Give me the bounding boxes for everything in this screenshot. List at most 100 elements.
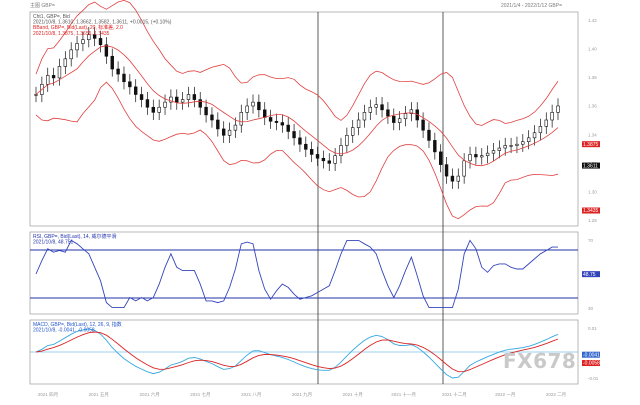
x-axis-month-label: 2021 八月 (241, 392, 261, 398)
candle-body (427, 129, 431, 141)
chart-canvas: 主图 GBP= 2021/1/4 - 2022/1/12 GBP= Cht1, … (29, 0, 600, 398)
candle-body (392, 115, 396, 123)
candle-body (69, 49, 73, 60)
candle-body (374, 104, 378, 108)
x-axis-month-label: 2021 十一月 (391, 391, 416, 398)
candle-body (444, 164, 449, 177)
candle-body (122, 73, 126, 83)
candle-body (292, 131, 296, 139)
candle-body (204, 106, 208, 116)
candle-body (491, 150, 496, 154)
candle-body (327, 160, 331, 164)
candle-body (403, 113, 408, 120)
candle-body (81, 39, 85, 44)
candle-body (386, 109, 390, 117)
tick-rsi: 70 (588, 238, 594, 243)
value-tag-text-macd: -0.0058 (583, 361, 600, 367)
candle-body (257, 101, 261, 111)
candle-body (450, 175, 455, 182)
x-axis-month-label: 2021 九月 (292, 391, 312, 398)
candle-body (532, 132, 537, 139)
candle-body (333, 155, 337, 164)
candle-body (421, 119, 425, 131)
x-axis-month-label: 2021 五月 (89, 392, 109, 398)
candle-body (98, 38, 103, 46)
candle-body (468, 154, 472, 162)
candle-body (110, 55, 114, 70)
candle-body (186, 94, 191, 100)
candle-body (51, 75, 56, 79)
candle-body (356, 119, 361, 128)
candle-body (280, 122, 285, 126)
candle-body (128, 81, 132, 88)
candle-body (345, 135, 349, 146)
tick-macd: -0.01 (588, 376, 599, 381)
value-tag-text-macd: -0.0041 (583, 352, 600, 358)
candle-body (474, 154, 478, 158)
candle-body (397, 118, 402, 123)
candle-body (63, 58, 68, 67)
panel-frame-price (29, 11, 579, 227)
candle-body (175, 96, 179, 103)
candle-body (480, 155, 484, 158)
rsi-line (35, 239, 558, 309)
candle-body (104, 44, 109, 57)
bband-middle (35, 45, 559, 167)
legend-rsi-1: 2021/10/8, 48.751 (33, 240, 74, 246)
candle-body (245, 105, 249, 113)
candle-body (368, 106, 373, 113)
candle-body (75, 43, 79, 51)
candle-body (263, 109, 267, 118)
candle-body (239, 112, 243, 126)
candle-body (46, 75, 50, 85)
candle-body (544, 119, 548, 127)
tick-macd: 0.01 (588, 326, 597, 331)
candle-body (192, 94, 197, 100)
candle-body (515, 143, 519, 146)
candle-body (309, 149, 314, 155)
candle-body (321, 157, 326, 162)
candle-body (304, 143, 308, 150)
candle-body (251, 101, 255, 107)
candle-body (351, 127, 355, 136)
x-axis-month-label: 2021 七月 (190, 391, 210, 398)
candle-body (221, 128, 226, 136)
x-axis-month-label: 2022 一月 (495, 392, 515, 398)
x-axis-month-label: 2021 四月 (38, 392, 58, 398)
tick-price: 1.36 (588, 104, 597, 109)
value-tag-text-price: 1.3435 (583, 208, 599, 214)
bband-lower (35, 81, 559, 220)
macd-line (35, 328, 559, 379)
candle-body (57, 66, 62, 79)
candle-body (268, 117, 273, 122)
candle-body (198, 99, 202, 108)
candle-body (497, 147, 502, 151)
candle-body (227, 129, 232, 136)
legend-price-3: 2021/10/8, 1.3875, 1.3655, 1.3435 (33, 31, 110, 37)
candle-body (163, 101, 167, 108)
header-left: 主图 GBP= (30, 2, 55, 9)
candle-body (462, 160, 466, 177)
x-axis-month-label: 2021 十二月 (442, 391, 467, 398)
candle-body (509, 145, 513, 147)
candle-body (210, 114, 214, 121)
legend-macd-1: 2021/10/8, -0.0041, -0.0058 (33, 328, 95, 334)
candle-body (157, 106, 161, 113)
candle-body (315, 154, 320, 159)
value-tag-text-rsi: 48.75 (583, 272, 596, 278)
candle-body (274, 120, 279, 123)
watermark-logo: FX678 (503, 349, 577, 373)
candle-body (216, 119, 220, 130)
candle-body (556, 105, 560, 113)
candle-body (286, 124, 290, 132)
x-axis-month-label: 2022 二月 (546, 392, 566, 398)
candle-body (438, 151, 443, 165)
candle-body (180, 99, 185, 103)
tick-price: 1.34 (588, 132, 597, 137)
chart-window: 主图 GBP= 2021/1/4 - 2022/1/12 GBP= Cht1, … (0, 0, 640, 400)
candle-body (233, 124, 238, 131)
candle-body (433, 140, 437, 153)
candle-body (526, 137, 531, 142)
candle-body (139, 94, 144, 100)
value-tag-text-price: 1.3875 (583, 142, 599, 148)
